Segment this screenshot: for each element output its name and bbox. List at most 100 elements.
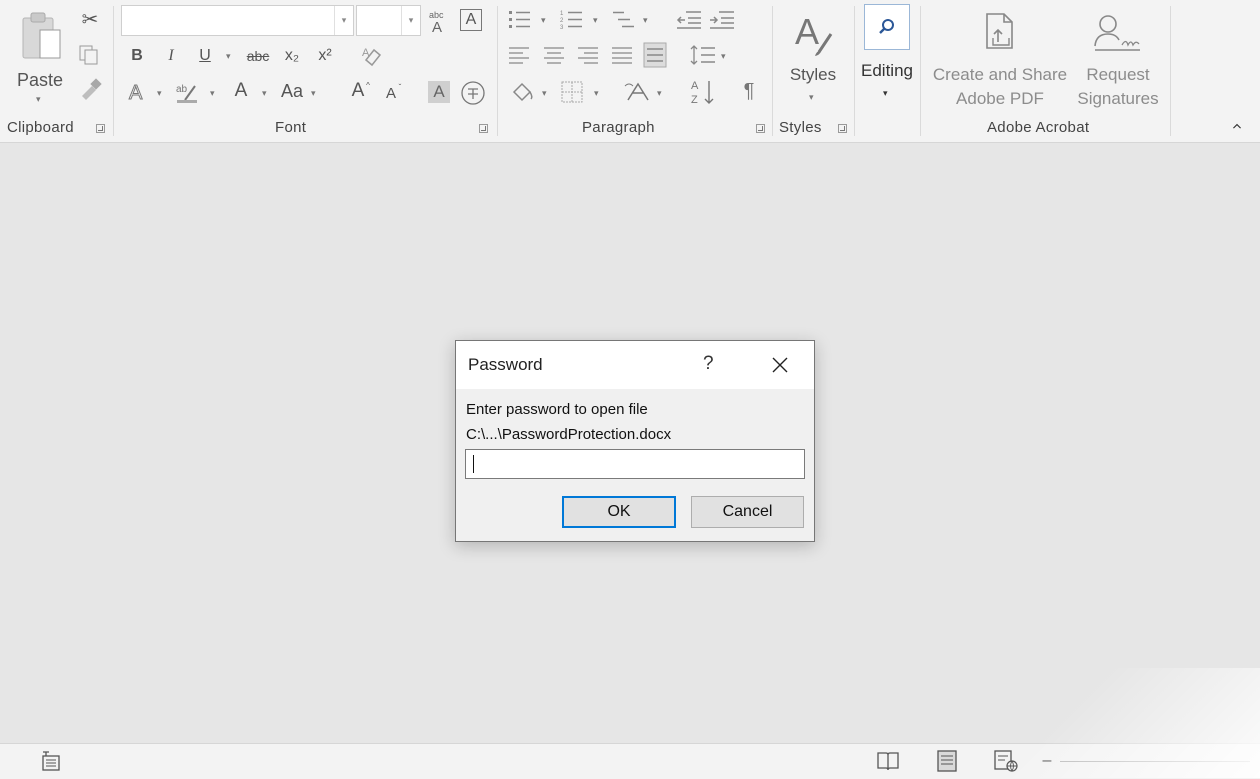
create-share-label-1: Create and Share — [932, 65, 1068, 84]
clear-formatting-icon[interactable]: abc A — [428, 8, 450, 34]
paste-button[interactable]: Paste ▾ — [12, 6, 70, 106]
align-center-icon[interactable] — [543, 45, 565, 65]
bold-button[interactable]: B — [127, 46, 147, 66]
styles-button[interactable]: A Styles ▾ — [780, 6, 846, 110]
change-case-dropdown-icon[interactable]: ▾ — [311, 88, 316, 99]
borders-icon[interactable] — [560, 80, 584, 104]
bullets-icon[interactable] — [508, 9, 532, 31]
editing-dropdown-icon[interactable]: ▾ — [883, 88, 888, 99]
signature-icon — [1094, 15, 1140, 51]
shrink-caret-icon: ˇ — [398, 83, 402, 92]
svg-text:A: A — [795, 11, 819, 52]
copy-icon[interactable] — [78, 44, 100, 66]
clipboard-group-label: Clipboard — [7, 119, 74, 136]
collapse-ribbon-icon[interactable] — [1232, 121, 1242, 131]
status-bar: – — [0, 743, 1260, 779]
shading-dropdown-icon[interactable]: ▾ — [542, 88, 547, 99]
request-signatures-button[interactable]: Request Signatures — [1072, 6, 1164, 110]
sort-icon[interactable]: A Z — [690, 78, 716, 106]
text-cursor — [473, 455, 474, 473]
password-input[interactable] — [465, 449, 805, 479]
align-left-icon[interactable] — [508, 45, 530, 65]
highlight-icon[interactable]: ab — [175, 80, 201, 104]
editing-button[interactable]: Editing ▾ — [856, 4, 918, 108]
zoom-out-button[interactable]: – — [1040, 751, 1054, 771]
enclose-characters-icon[interactable] — [460, 80, 486, 106]
help-button[interactable]: ? — [703, 353, 714, 375]
strikethrough-button[interactable]: abc — [243, 46, 273, 66]
zoom-slider[interactable] — [1060, 761, 1250, 762]
dialog-title: Password — [468, 355, 543, 374]
svg-text:2: 2 — [560, 18, 564, 24]
separator — [920, 6, 921, 136]
styles-icon: A — [795, 11, 833, 56]
search-icon-frame — [864, 4, 910, 50]
format-painter-icon[interactable] — [78, 78, 102, 102]
text-effects-dropdown-icon[interactable]: ▾ — [157, 88, 162, 99]
font-launcher-icon[interactable] — [479, 124, 488, 133]
close-icon[interactable] — [770, 355, 790, 375]
separator — [854, 6, 855, 136]
line-spacing-dropdown-icon[interactable]: ▾ — [721, 51, 726, 62]
superscript-button[interactable]: x² — [314, 46, 336, 66]
font-color-button[interactable]: A — [230, 81, 252, 101]
font-group-label: Font — [275, 119, 307, 136]
styles-launcher-icon[interactable] — [838, 124, 847, 133]
highlight-dropdown-icon[interactable]: ▾ — [210, 88, 215, 99]
multilevel-dropdown-icon[interactable]: ▾ — [643, 15, 648, 26]
align-right-icon[interactable] — [577, 45, 599, 65]
subscript-button[interactable]: x₂ — [281, 46, 303, 66]
create-share-pdf-button[interactable]: Create and Share Adobe PDF — [928, 6, 1072, 110]
chevron-down-icon[interactable]: ▾ — [334, 6, 353, 35]
asian-layout-dropdown-icon[interactable]: ▾ — [657, 88, 662, 99]
file-path: C:\...\PasswordProtection.docx — [466, 426, 672, 443]
paragraph-launcher-icon[interactable] — [756, 124, 765, 133]
styles-group-label: Styles — [779, 119, 822, 136]
eraser-icon[interactable]: A — [360, 44, 386, 68]
font-name-combo[interactable]: ▾ — [121, 5, 354, 36]
bullets-dropdown-icon[interactable]: ▾ — [541, 15, 546, 26]
styles-label: Styles — [789, 65, 837, 84]
dialog-titlebar[interactable]: Password ? — [456, 341, 814, 389]
macro-record-icon[interactable] — [40, 750, 62, 772]
ribbon: Paste ▾ ✂ Clipboard ▾ ▾ abc A A B I U ▾ … — [0, 0, 1260, 143]
cancel-button[interactable]: Cancel — [691, 496, 804, 528]
justify-icon[interactable] — [611, 45, 633, 65]
svg-text:A: A — [362, 47, 370, 59]
underline-button[interactable]: U — [195, 46, 215, 66]
svg-text:ab: ab — [176, 84, 188, 95]
multilevel-list-icon[interactable] — [612, 9, 636, 31]
ok-button[interactable]: OK — [562, 496, 676, 528]
change-case-button[interactable]: Aa — [278, 81, 306, 101]
decrease-indent-icon[interactable] — [676, 9, 702, 31]
font-color-dropdown-icon[interactable]: ▾ — [262, 88, 267, 99]
text-effects-icon[interactable]: A — [126, 80, 150, 105]
italic-button[interactable]: I — [161, 46, 181, 66]
separator — [497, 6, 498, 136]
underline-dropdown-icon[interactable]: ▾ — [226, 51, 231, 62]
distributed-icon[interactable] — [643, 42, 667, 68]
cut-icon[interactable]: ✂ — [78, 10, 102, 30]
grow-caret-icon: ^ — [366, 81, 370, 90]
character-shading-icon[interactable]: A — [428, 81, 450, 103]
paste-dropdown-icon[interactable]: ▾ — [36, 94, 41, 105]
font-size-combo[interactable]: ▾ — [356, 5, 421, 36]
show-formatting-icon[interactable]: ¶ — [739, 81, 759, 101]
increase-indent-icon[interactable] — [709, 9, 735, 31]
numbering-icon[interactable]: 123 — [560, 9, 584, 31]
character-border-icon[interactable]: A — [460, 9, 482, 31]
web-layout-icon[interactable] — [993, 749, 1019, 773]
line-spacing-icon[interactable] — [690, 44, 716, 66]
print-layout-icon[interactable] — [936, 749, 958, 773]
svg-text:Z: Z — [691, 94, 698, 106]
clipboard-launcher-icon[interactable] — [96, 124, 105, 133]
shading-icon[interactable] — [510, 80, 534, 104]
separator — [113, 6, 114, 136]
svg-text:A: A — [129, 82, 143, 104]
chevron-down-icon[interactable]: ▾ — [401, 6, 420, 35]
read-mode-icon[interactable] — [876, 750, 900, 772]
asian-layout-icon[interactable] — [624, 80, 652, 104]
borders-dropdown-icon[interactable]: ▾ — [594, 88, 599, 99]
styles-dropdown-icon[interactable]: ▾ — [809, 92, 814, 103]
numbering-dropdown-icon[interactable]: ▾ — [593, 15, 598, 26]
